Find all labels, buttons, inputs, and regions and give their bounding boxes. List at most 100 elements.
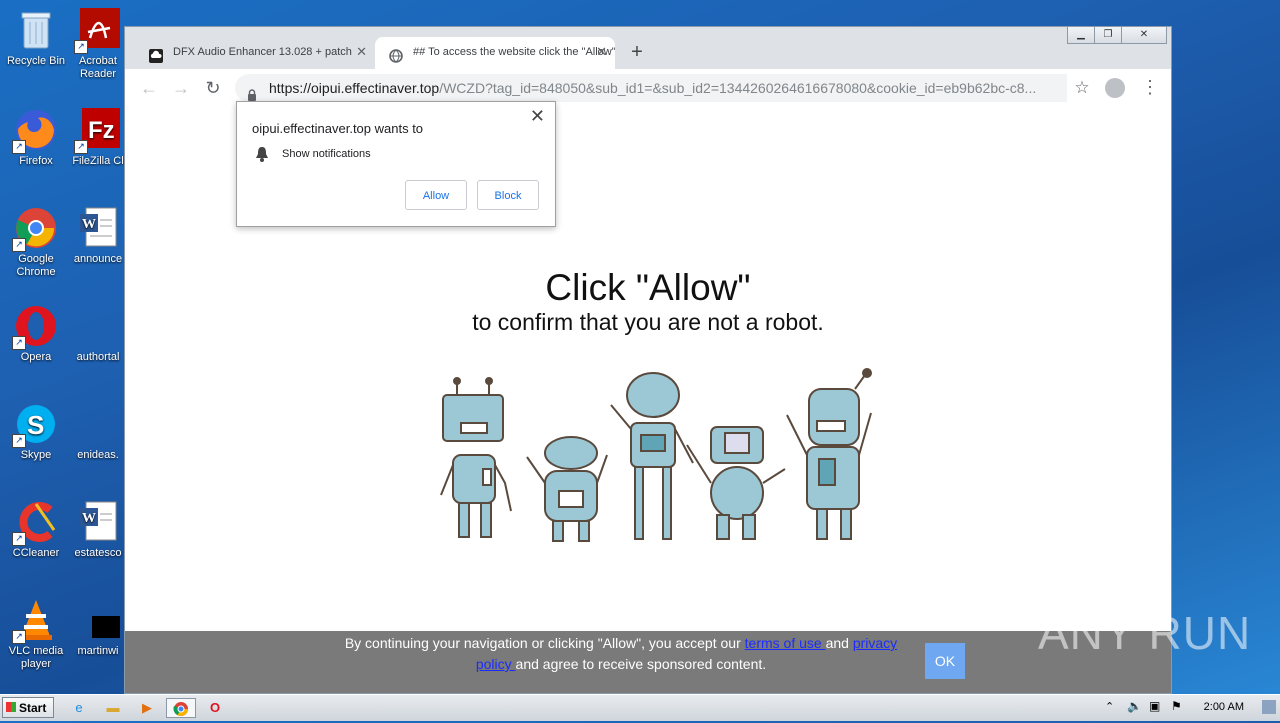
desktop-icon-label: CCleaner xyxy=(12,547,60,559)
tab-allow-page[interactable]: ## To access the website click the "Allo… xyxy=(375,37,615,69)
media-player-icon[interactable]: ▶ xyxy=(136,698,158,718)
vlc-icon: ↗ xyxy=(12,598,58,644)
cookie-consent-bar: By continuing your navigation or clickin… xyxy=(125,631,1171,693)
action-center-flag-icon[interactable]: ⚑ xyxy=(1171,699,1182,713)
desktop-icon-label: enideas. xyxy=(77,449,119,461)
web-page: Click "Allow" to confirm that you are no… xyxy=(125,101,1171,693)
start-label: Start xyxy=(19,701,47,715)
robots-illustration xyxy=(435,365,875,554)
browser-window: DFX Audio Enhancer 13.028 + patch ✕ ## T… xyxy=(124,26,1172,694)
desktop-icon-martinwi[interactable]: martinwi xyxy=(72,598,124,658)
desktop-icon-authortal[interactable]: authortal xyxy=(72,304,124,364)
desktop-icon-firefox[interactable]: ↗ Firefox xyxy=(1,108,71,168)
desktop-icon-label: Opera xyxy=(20,351,52,363)
tab-title: ## To access the website click the "Allo… xyxy=(413,46,615,58)
terms-of-use-link[interactable]: terms of use xyxy=(745,635,826,651)
permission-text: Show notifications xyxy=(282,148,371,160)
back-arrow-icon[interactable]: ← xyxy=(137,76,161,100)
url-path: /WCZD?tag_id=848050&sub_id1=&sub_id2=134… xyxy=(439,80,1037,96)
address-bar[interactable]: https://oipui.effectinaver.top/WCZD?tag_… xyxy=(235,74,1095,102)
opera-icon: ↗ xyxy=(12,304,58,350)
desktop-icon-acrobat-reader[interactable]: ↗ Acrobat Reader xyxy=(72,8,124,81)
taskbar: Start e ▬ ▶ O ⌃ 🔈 ▣ ⚑ 2:00 AM xyxy=(0,694,1280,721)
windows-logo-icon xyxy=(6,702,16,712)
tab-strip: DFX Audio Enhancer 13.028 + patch ✕ ## T… xyxy=(125,27,1171,69)
desktop-icon-label: Google Chrome xyxy=(16,253,56,278)
desktop-icon-vlc[interactable]: ↗ VLC media player xyxy=(1,598,71,671)
cookie-text-after: and agree to receive sponsored content. xyxy=(515,656,767,672)
desktop-icon-label: Firefox xyxy=(19,155,53,167)
black-file-icon xyxy=(76,598,120,642)
desktop-icon-google-chrome[interactable]: ↗ Google Chrome xyxy=(1,206,71,279)
url-host: https://oipui.effectinaver.top xyxy=(269,80,440,96)
page-headline: Click "Allow" xyxy=(545,267,751,308)
block-button[interactable]: Block xyxy=(477,180,539,210)
page-subline: to confirm that you are not a robot. xyxy=(472,309,824,335)
ccleaner-icon: ↗ xyxy=(12,500,58,546)
cookie-text-and: and xyxy=(825,635,853,651)
desktop-icon-label: martinwi xyxy=(77,645,119,657)
desktop-icon-label: announce xyxy=(73,253,123,265)
notification-permission-popup: oipui.effectinaver.top wants to ✕ Show n… xyxy=(236,101,556,227)
close-window-icon[interactable]: ✕ xyxy=(1122,27,1167,44)
desktop-icon-label: authortal xyxy=(76,351,120,363)
popup-title: oipui.effectinaver.top wants to xyxy=(252,121,424,136)
word-document-icon: W xyxy=(76,206,120,250)
desktop-icon-label: Acrobat Reader xyxy=(79,55,117,80)
file-explorer-icon[interactable]: ▬ xyxy=(102,698,124,718)
desktop-icon-skype[interactable]: S ↗ Skype xyxy=(1,402,71,462)
svg-text:S: S xyxy=(27,410,44,440)
filezilla-icon: Fz ↗ xyxy=(74,108,120,154)
desktop-icon-announce[interactable]: W announce xyxy=(72,206,124,266)
bell-icon xyxy=(255,146,269,165)
allow-button[interactable]: Allow xyxy=(405,180,467,210)
desktop-icon-estatesco[interactable]: W estatesco xyxy=(72,500,124,560)
internet-explorer-icon[interactable]: e xyxy=(68,698,90,718)
tray-expand-icon[interactable]: ⌃ xyxy=(1105,700,1114,713)
chrome-icon: ↗ xyxy=(12,206,58,252)
desktop-icon-opera[interactable]: ↗ Opera xyxy=(1,304,71,364)
skype-icon: S ↗ xyxy=(12,402,58,448)
tab-title: DFX Audio Enhancer 13.028 + patch xyxy=(173,46,352,58)
minimize-icon[interactable]: ▁ xyxy=(1067,27,1095,44)
forward-arrow-icon[interactable]: → xyxy=(169,76,193,100)
show-desktop-icon[interactable] xyxy=(1262,700,1276,714)
desktop-icon-filezilla[interactable]: Fz ↗ FileZilla Cl xyxy=(72,108,124,168)
cookie-ok-button[interactable]: OK xyxy=(925,643,965,679)
cookie-text-before: By continuing your navigation or clickin… xyxy=(344,635,745,651)
anyrun-watermark: ANY RUN xyxy=(1038,607,1252,659)
globe-icon xyxy=(389,45,403,63)
recycle-bin-icon xyxy=(14,8,58,52)
new-tab-icon[interactable]: + xyxy=(625,39,649,65)
desktop-icon-enideas[interactable]: enideas. xyxy=(72,402,124,462)
network-icon[interactable]: ▣ xyxy=(1149,699,1160,713)
reload-icon[interactable]: ↻ xyxy=(201,76,225,100)
document-icon xyxy=(76,402,120,446)
volume-icon[interactable]: 🔈 xyxy=(1127,699,1142,713)
desktop-icon-label: Recycle Bin xyxy=(6,55,66,67)
menu-dots-icon[interactable]: ⋮ xyxy=(1141,75,1159,99)
desktop-icon-recycle-bin[interactable]: Recycle Bin xyxy=(1,8,71,68)
clock: 2:00 AM xyxy=(1203,701,1244,713)
close-popup-icon[interactable]: ✕ xyxy=(530,106,545,127)
desktop-icon-label: estatesco xyxy=(74,547,122,559)
document-icon xyxy=(76,304,120,348)
tab-dfx-audio[interactable]: DFX Audio Enhancer 13.028 + patch ✕ xyxy=(135,37,375,69)
chrome-taskbar-icon[interactable] xyxy=(166,698,196,718)
desktop-icon-label: FileZilla Cl xyxy=(72,155,124,167)
close-tab-icon[interactable]: ✕ xyxy=(596,37,607,67)
close-tab-icon[interactable]: ✕ xyxy=(356,37,367,67)
svg-text:Fz: Fz xyxy=(88,117,115,144)
lock-icon xyxy=(247,82,257,102)
maximize-icon[interactable]: ❐ xyxy=(1095,27,1122,44)
start-button[interactable]: Start xyxy=(2,697,54,718)
bookmark-star-icon[interactable]: ☆ xyxy=(1067,74,1095,102)
opera-taskbar-icon[interactable]: O xyxy=(204,698,226,718)
desktop-icon-label: Skype xyxy=(20,449,52,461)
window-controls: ▁ ❐ ✕ xyxy=(1067,27,1167,44)
acrobat-icon: ↗ xyxy=(74,8,120,54)
desktop-icon-ccleaner[interactable]: ↗ CCleaner xyxy=(1,500,71,560)
firefox-icon: ↗ xyxy=(12,108,58,154)
desktop-icon-label: VLC media player xyxy=(8,645,64,670)
profile-avatar-icon[interactable] xyxy=(1105,78,1125,98)
